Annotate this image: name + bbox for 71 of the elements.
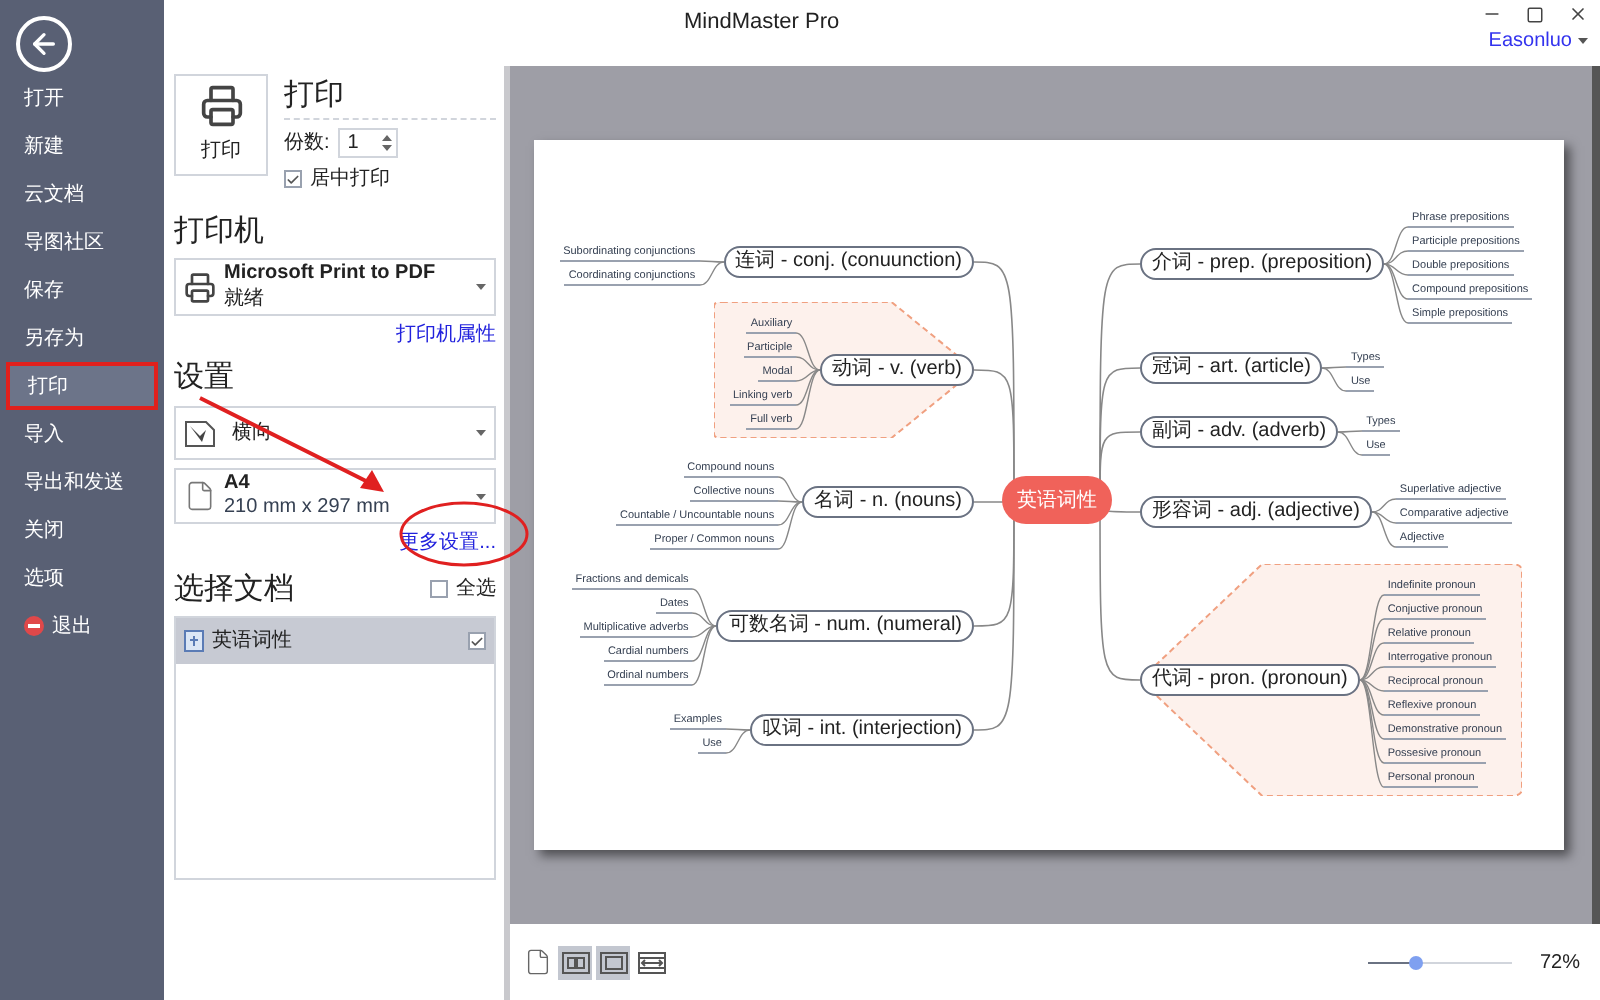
zoom-reading: 72%: [1539, 949, 1580, 977]
document-checkbox[interactable]: [468, 632, 486, 650]
sidebar-item[interactable]: 关闭: [0, 506, 164, 554]
paper-name: A4: [224, 471, 252, 496]
document-name: 英语词性: [212, 627, 292, 656]
branch-topic: 可数名词 - num. (numeral): [716, 610, 974, 642]
settings-heading: 设置: [174, 362, 236, 392]
user-menu[interactable]: Easonluo: [1488, 26, 1588, 56]
caret-icon: [476, 284, 486, 290]
maximize-icon: [1526, 5, 1544, 23]
sidebar-item[interactable]: 选项: [0, 554, 164, 602]
slider-thumb[interactable]: [1408, 955, 1423, 969]
copies-label: 份数:: [284, 130, 330, 158]
branch-topic: 冠词 - art. (article): [1140, 352, 1323, 384]
branch-topic: 名词 - n. (nouns): [802, 486, 974, 518]
printer-icon: [199, 84, 243, 128]
fit-width-icon: [637, 951, 665, 973]
document-icon: [184, 630, 204, 652]
sidebar-item[interactable]: 另存为: [0, 314, 164, 362]
view-mode-button[interactable]: [596, 945, 630, 979]
page-icon: [184, 480, 216, 512]
branch-topic: 叹词 - int. (interjection): [749, 714, 974, 746]
documents-heading: 选择文档: [174, 574, 294, 604]
select-all-checkbox[interactable]: [430, 580, 448, 598]
branch-topic: 代词 - pron. (pronoun): [1140, 664, 1360, 696]
page-icon: [523, 948, 551, 976]
close-icon: [1568, 4, 1588, 24]
center-checkbox[interactable]: [284, 170, 302, 188]
select-all-label: 全选: [456, 575, 496, 604]
paper-dimensions: 210 mm x 297 mm: [224, 496, 390, 521]
sidebar-item[interactable]: 打印: [6, 362, 158, 410]
branch-topic: 副词 - adv. (adverb): [1140, 416, 1339, 448]
caret-icon: [476, 430, 486, 436]
branch-topic: 动词 - v. (verb): [820, 354, 974, 386]
caret-icon: [476, 493, 486, 499]
caret-icon: [1578, 38, 1588, 44]
document-item[interactable]: 英语词性: [176, 618, 494, 664]
sidebar-item[interactable]: 打开: [0, 74, 164, 122]
printer-dropdown[interactable]: Microsoft Print to PDF 就绪: [174, 258, 496, 316]
printer-icon: [184, 271, 216, 303]
sidebar-item[interactable]: 退出: [0, 602, 164, 650]
sidebar-item[interactable]: 导入: [0, 410, 164, 458]
printer-properties-link[interactable]: 打印机属性: [396, 320, 496, 350]
sidebar-item[interactable]: 导图社区: [0, 218, 164, 266]
two-page-icon: [561, 951, 589, 973]
central-topic: 英语词性: [1002, 476, 1112, 524]
page-orientation-icon: [184, 417, 216, 449]
sidebar-item[interactable]: 云文档: [0, 170, 164, 218]
printer-status: 就绪: [224, 287, 266, 312]
sidebar-item[interactable]: 导出和发送: [0, 458, 164, 506]
print-button[interactable]: 打印: [174, 74, 268, 176]
maximize-button[interactable]: [1526, 5, 1544, 23]
annotation-ellipse: [398, 500, 530, 568]
spin-arrows-icon: [381, 134, 392, 152]
back-button[interactable]: [16, 16, 72, 72]
copies-field[interactable]: 1: [337, 128, 398, 158]
window-title: MindMaster Pro: [684, 8, 840, 38]
sidebar-item[interactable]: 保存: [0, 266, 164, 314]
single-page-icon: [599, 951, 627, 973]
sidebar-item[interactable]: 新建: [0, 122, 164, 170]
branch-topic: 形容词 - adj. (adjective): [1140, 496, 1372, 528]
center-print-label: 居中打印: [310, 165, 390, 194]
branch-topic: 连词 - conj. (conuunction): [723, 246, 974, 278]
paper-size-dropdown[interactable]: A4 210 mm x 297 mm: [174, 468, 496, 524]
close-button[interactable]: [1568, 4, 1588, 24]
view-mode-button[interactable]: [558, 945, 592, 979]
exit-icon: [24, 616, 44, 636]
print-heading: 打印: [284, 80, 496, 120]
printer-heading: 打印机: [174, 216, 266, 246]
branch-topic: 介词 - prep. (preposition): [1140, 248, 1385, 280]
printer-name: Microsoft Print to PDF: [224, 262, 436, 287]
